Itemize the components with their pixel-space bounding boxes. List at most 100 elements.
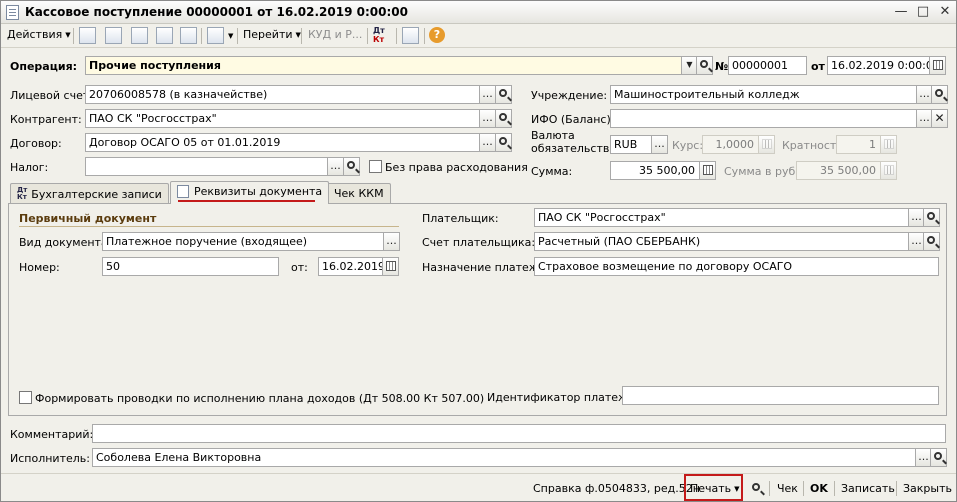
sum-rub-field: 35 500,00 bbox=[796, 161, 881, 180]
payer-account-field[interactable]: Расчетный (ПАО СБЕРБАНК) bbox=[534, 232, 909, 251]
tab-kkm[interactable]: Чек ККМ bbox=[327, 183, 391, 203]
close-button[interactable]: Закрыть bbox=[903, 482, 952, 495]
calculator-icon bbox=[884, 139, 894, 149]
executor-search-button[interactable] bbox=[930, 448, 947, 467]
tab-accounting-label: Бухгалтерские записи bbox=[31, 188, 162, 201]
institution-field[interactable]: Машиностроительный колледж bbox=[610, 85, 917, 104]
post-and-close-icon[interactable] bbox=[105, 27, 122, 44]
status-separator bbox=[769, 481, 770, 496]
payer-search-button[interactable] bbox=[923, 208, 940, 227]
reference-button[interactable]: Справка ф.0504833, ред.52н bbox=[533, 482, 700, 495]
tax-search-button[interactable] bbox=[343, 157, 360, 176]
form-entries-checkbox[interactable] bbox=[19, 391, 32, 404]
dt-kt-button[interactable]: Дт Кт bbox=[373, 26, 385, 44]
dt-kt-icon: Дт Кт bbox=[17, 186, 28, 201]
tab-kkm-label: Чек ККМ bbox=[334, 187, 384, 200]
counterparty-field[interactable]: ПАО СК "Росгосстрах" bbox=[85, 109, 480, 128]
goto-menu[interactable]: Перейти ▼ bbox=[243, 28, 301, 41]
account-select-button[interactable]: ... bbox=[479, 85, 496, 104]
tax-select-button[interactable]: ... bbox=[327, 157, 344, 176]
currency-field[interactable]: RUB bbox=[610, 135, 652, 154]
counterparty-label: Контрагент: bbox=[10, 113, 82, 126]
comment-label: Комментарий: bbox=[10, 428, 94, 441]
ifo-clear-button[interactable]: ✕ bbox=[931, 109, 948, 128]
account-field[interactable]: 20706008578 (в казначействе) bbox=[85, 85, 480, 104]
based-on-caret[interactable]: ▼ bbox=[225, 29, 233, 42]
actions-label: Действия bbox=[7, 28, 63, 41]
close-window-button[interactable]: ✕ bbox=[937, 4, 953, 20]
save-button[interactable]: Записать bbox=[841, 482, 895, 495]
operation-search-button[interactable] bbox=[696, 56, 713, 75]
tax-field[interactable] bbox=[85, 157, 328, 176]
sum-field[interactable]: 35 500,00 bbox=[610, 161, 700, 180]
document-window: Кассовое поступление 00000001 от 16.02.2… bbox=[0, 0, 957, 502]
rate-calc-button bbox=[758, 135, 775, 154]
form-entries-label: Формировать проводки по исполнению плана… bbox=[35, 392, 485, 405]
search-icon bbox=[347, 161, 355, 169]
kud-menu[interactable]: КУД и Р... bbox=[308, 28, 362, 41]
contract-label: Договор: bbox=[10, 137, 62, 150]
account-label: Лицевой счет: bbox=[10, 89, 93, 102]
ifo-field[interactable] bbox=[610, 109, 917, 128]
restore-button[interactable]: □ bbox=[915, 4, 931, 20]
contract-field[interactable]: Договор ОСАГО 05 от 01.01.2019 bbox=[85, 133, 480, 152]
actions-menu[interactable]: Действия ▼ bbox=[7, 28, 71, 41]
minimize-button[interactable]: — bbox=[893, 4, 909, 20]
doc-type-select-button[interactable]: ... bbox=[383, 232, 400, 251]
comment-field[interactable] bbox=[92, 424, 946, 443]
no-rights-label: Без права расходования bbox=[385, 161, 528, 174]
structure-icon[interactable] bbox=[402, 27, 419, 44]
document-date-field[interactable]: 16.02.2019 0:00:00 bbox=[827, 56, 930, 75]
toolbar: Действия ▼ ▼ Перейти ▼ КУД и Р... Дт Кт ? bbox=[1, 24, 956, 48]
contract-select-button[interactable]: ... bbox=[479, 133, 496, 152]
kt-label: Кт bbox=[373, 35, 385, 44]
operation-label: Операция: bbox=[10, 60, 78, 73]
calendar-icon bbox=[386, 261, 396, 271]
doc-type-field[interactable]: Платежное поручение (входящее) bbox=[102, 232, 385, 251]
counterparty-select-button[interactable]: ... bbox=[479, 109, 496, 128]
search-icon bbox=[700, 60, 708, 68]
operation-field[interactable]: Прочие поступления bbox=[85, 56, 682, 75]
doc-date-calendar-button[interactable] bbox=[382, 257, 399, 276]
no-rights-checkbox[interactable] bbox=[369, 160, 382, 173]
doc-date-from-label: от: bbox=[291, 261, 308, 274]
post-document-icon[interactable] bbox=[79, 27, 96, 44]
print-preview-button[interactable] bbox=[749, 480, 763, 494]
section-divider bbox=[19, 226, 399, 227]
doc-date-field[interactable]: 16.02.2019 bbox=[318, 257, 383, 276]
ifo-label: ИФО (Баланс): bbox=[531, 113, 615, 126]
search-icon bbox=[927, 236, 935, 244]
counterparty-search-button[interactable] bbox=[495, 109, 512, 128]
tab-accounting[interactable]: Дт Кт Бухгалтерские записи bbox=[10, 183, 169, 203]
document-date-calendar-button[interactable] bbox=[929, 56, 946, 75]
currency-label-line1: Валюта bbox=[531, 129, 575, 142]
account-search-button[interactable] bbox=[495, 85, 512, 104]
institution-label: Учреждение: bbox=[531, 89, 608, 102]
currency-select-button[interactable]: ... bbox=[651, 135, 668, 154]
purpose-field[interactable]: Страховое возмещение по договору ОСАГО bbox=[534, 257, 939, 276]
rate-field: 1,0000 bbox=[702, 135, 759, 154]
edit-document-icon[interactable] bbox=[156, 27, 173, 44]
institution-search-button[interactable] bbox=[931, 85, 948, 104]
payer-account-search-button[interactable] bbox=[923, 232, 940, 251]
doc-number-field[interactable]: 50 bbox=[102, 257, 279, 276]
sum-label: Сумма: bbox=[531, 165, 573, 178]
check-button[interactable]: Чек bbox=[777, 482, 798, 495]
payer-label: Плательщик: bbox=[422, 212, 499, 225]
based-on-icon[interactable] bbox=[207, 27, 224, 44]
executor-field[interactable]: Соболева Елена Викторовна bbox=[92, 448, 916, 467]
contract-search-button[interactable] bbox=[495, 133, 512, 152]
copy-document-icon[interactable] bbox=[131, 27, 148, 44]
document-number-field[interactable]: 00000001 bbox=[728, 56, 807, 75]
ok-button[interactable]: OK bbox=[810, 482, 828, 495]
dropdown-caret-icon: ▼ bbox=[228, 32, 234, 40]
payer-field[interactable]: ПАО СК "Росгосстрах" bbox=[534, 208, 909, 227]
tab-strip: Дт Кт Бухгалтерские записи Реквизиты докум… bbox=[1, 181, 956, 204]
help-icon[interactable]: ? bbox=[429, 27, 445, 43]
sum-calc-button[interactable] bbox=[699, 161, 716, 180]
purpose-label: Назначение платежа: bbox=[422, 261, 550, 274]
multiplicity-calc-button bbox=[880, 135, 897, 154]
toolbar-separator bbox=[237, 28, 238, 44]
payment-id-field[interactable] bbox=[622, 386, 939, 405]
refresh-icon[interactable] bbox=[180, 27, 197, 44]
